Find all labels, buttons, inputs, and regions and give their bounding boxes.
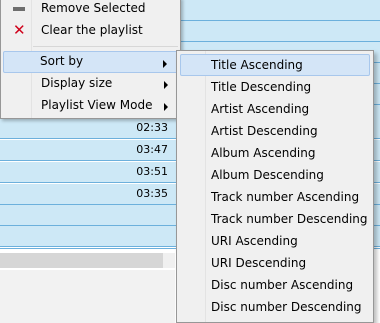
menu-item-remove-selected[interactable]: Remove Selected [3, 0, 178, 20]
menu-item-clear-playlist[interactable]: ✕ Clear the playlist [3, 20, 178, 42]
menu-item-label: Disc number Descending [211, 300, 362, 314]
chevron-right-icon [164, 103, 168, 111]
close-icon: ✕ [13, 21, 26, 39]
track-duration: 03:35 [136, 187, 168, 200]
menu-item-label: Artist Ascending [211, 102, 310, 116]
menu-item-label: Artist Descending [211, 124, 318, 138]
menu-item-label: Track number Descending [211, 212, 368, 226]
track-duration: 02:33 [136, 121, 168, 134]
menu-item-label: Title Descending [211, 80, 312, 94]
sort-track-number-ascending[interactable]: Track number Ascending [180, 186, 370, 208]
sort-disc-number-ascending[interactable]: Disc number Ascending [180, 274, 370, 296]
menu-item-label: Playlist View Mode [41, 98, 153, 112]
menu-item-playlist-view-mode[interactable]: Playlist View Mode [3, 95, 178, 117]
sort-title-descending[interactable]: Title Descending [180, 76, 370, 98]
context-menu: Remove Selected ✕ Clear the playlist Sor… [0, 0, 181, 119]
remove-icon [11, 1, 27, 17]
sort-uri-descending[interactable]: URI Descending [180, 252, 370, 274]
sort-track-number-descending[interactable]: Track number Descending [180, 208, 370, 230]
menu-item-label: URI Ascending [211, 234, 298, 248]
sort-disc-number-descending[interactable]: Disc number Descending [180, 296, 370, 318]
chevron-right-icon [164, 81, 168, 89]
sort-uri-ascending[interactable]: URI Ascending [180, 230, 370, 252]
track-duration: 03:51 [136, 165, 168, 178]
menu-item-label: URI Descending [211, 256, 307, 270]
menu-item-label: Title Ascending [211, 58, 303, 72]
track-duration: 03:47 [136, 143, 168, 156]
sort-album-ascending[interactable]: Album Ascending [180, 142, 370, 164]
menu-item-label: Display size [41, 76, 113, 90]
playlist-footer [0, 270, 175, 323]
menu-item-label: Disc number Ascending [211, 278, 354, 292]
sort-artist-ascending[interactable]: Artist Ascending [180, 98, 370, 120]
sort-title-ascending[interactable]: Title Ascending [180, 54, 370, 76]
menu-item-sort-by[interactable]: Sort by [3, 51, 178, 73]
menu-item-display-size[interactable]: Display size [3, 73, 178, 95]
menu-item-label: Album Descending [211, 168, 324, 182]
sort-album-descending[interactable]: Album Descending [180, 164, 370, 186]
menu-item-label: Clear the playlist [41, 23, 143, 37]
menu-item-label: Track number Ascending [211, 190, 360, 204]
horizontal-scrollbar-thumb[interactable] [0, 253, 163, 268]
menu-separator [33, 46, 178, 47]
menu-item-label: Album Ascending [211, 146, 316, 160]
chevron-right-icon [163, 60, 167, 68]
sort-artist-descending[interactable]: Artist Descending [180, 120, 370, 142]
sort-by-submenu: Title Ascending Title Descending Artist … [176, 50, 374, 323]
menu-item-label: Remove Selected [41, 1, 146, 15]
menu-item-label: Sort by [40, 54, 84, 68]
